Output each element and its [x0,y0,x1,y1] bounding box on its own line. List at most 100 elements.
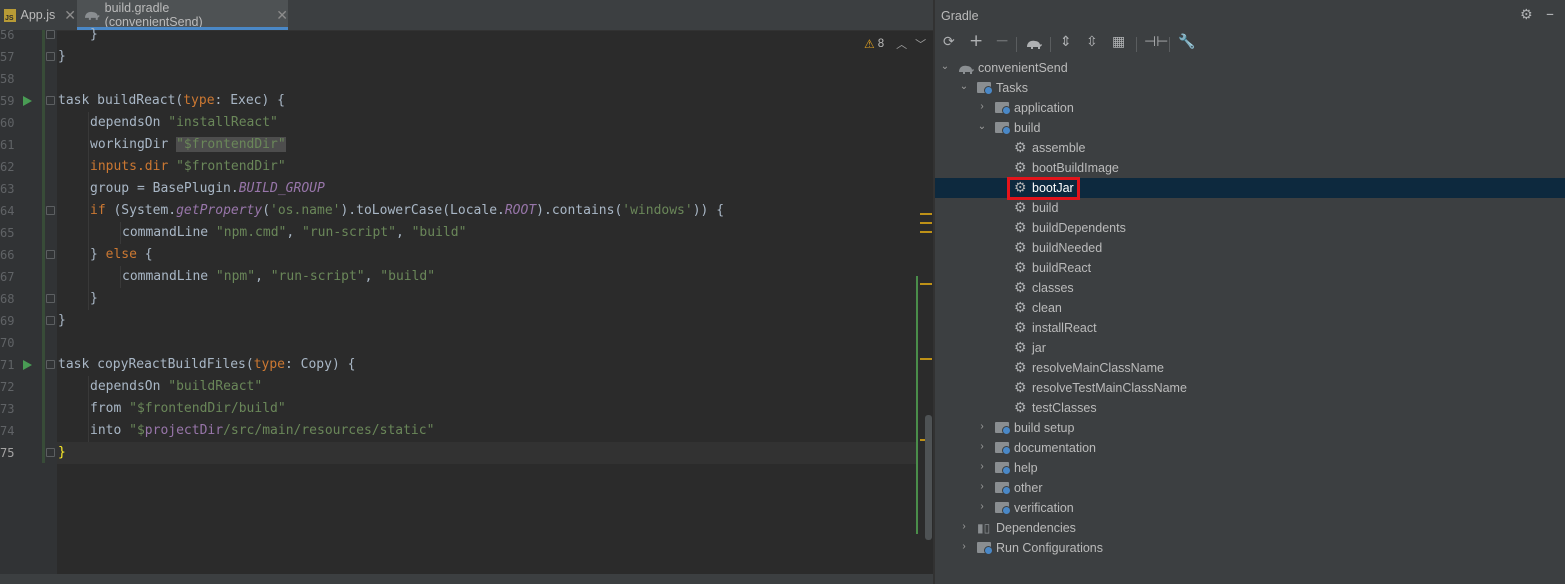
chevron-down-icon[interactable]: ⌄ [940,61,950,72]
minimize-icon[interactable]: – [1546,4,1554,23]
task-item[interactable]: ⚙ jar [935,338,1565,358]
task-item[interactable]: ⚙ testClasses [935,398,1565,418]
code-text: ).contains( [536,203,623,218]
toggle-offline-icon[interactable]: ⊣⊢ [1144,34,1168,50]
task-item[interactable]: ⚙ buildReact [935,258,1565,278]
chevron-up-icon[interactable]: ︿ [896,36,907,52]
error-stripe-mark[interactable] [920,358,932,360]
code-keyword: type [183,93,215,108]
chevron-right-icon[interactable]: › [977,501,987,512]
run-task-icon[interactable] [23,96,32,106]
panel-title: Gradle [941,9,979,23]
fold-marker[interactable] [46,360,55,369]
gear-icon[interactable]: ⚙ [1520,7,1533,23]
tree-item-application[interactable]: › application [935,98,1565,118]
line-number-current: 75 [0,446,15,460]
tree-item-other[interactable]: › other [935,478,1565,498]
code-constant: BUILD_GROUP [238,181,325,196]
task-item[interactable]: ⚙ build [935,198,1565,218]
chevron-right-icon[interactable]: › [977,441,987,452]
task-item[interactable]: ⚙ buildDependents [935,218,1565,238]
tree-item-verification[interactable]: › verification [935,498,1565,518]
tab-build-gradle[interactable]: build.gradle (convenientSend) ✕ [77,0,288,30]
task-item[interactable]: ⚙ bootBuildImage [935,158,1565,178]
chevron-right-icon[interactable]: › [977,421,987,432]
toolbar-separator [1169,37,1170,52]
current-line-highlight [57,442,917,464]
task-item[interactable]: ⚙ classes [935,278,1565,298]
run-task-icon[interactable] [23,360,32,370]
remove-icon[interactable]: − [995,31,1009,51]
error-stripe-mark[interactable] [920,213,932,215]
tree-item-help[interactable]: › help [935,458,1565,478]
close-icon[interactable]: ✕ [64,7,76,24]
gradle-tool-window: Gradle ⚙ – ⟳ + − ⇕ ⇳ ▦ ⊣⊢ 🔧 ⌄ convenient… [935,0,1565,584]
wrench-icon[interactable]: 🔧 [1178,34,1195,50]
tree-label: documentation [1014,441,1097,455]
code-line: task copyReactBuildFiles(type: Copy) { [58,354,355,376]
chevron-down-icon[interactable]: ⌄ [959,81,969,92]
task-item[interactable]: ⚙ installReact [935,318,1565,338]
code-text: , [286,225,303,240]
line-number: 64 [0,204,15,218]
code-line: } else { [58,244,153,266]
tree-item-tasks[interactable]: ⌄ Tasks [935,78,1565,98]
error-stripe-mark[interactable] [920,222,932,224]
fold-marker[interactable] [46,448,55,457]
tree-item-documentation[interactable]: › documentation [935,438,1565,458]
code-text: group = BasePlugin. [90,181,239,196]
reload-icon[interactable]: ⟳ [943,34,955,50]
tree-item-run-configurations[interactable]: › Run Configurations [935,538,1565,558]
task-label: resolveMainClassName [1032,361,1164,375]
gear-icon: ⚙ [1014,379,1027,395]
chevron-right-icon[interactable]: › [959,541,969,552]
expand-all-icon[interactable]: ⇕ [1060,34,1072,50]
execute-task-icon[interactable] [1025,38,1043,50]
error-stripe-mark[interactable] [920,283,932,285]
gradle-elephant-icon [84,11,100,20]
code-editor[interactable]: JS App.js ✕ build.gradle (convenientSend… [0,0,933,584]
code-line: dependsOn "installReact" [58,112,278,134]
task-item[interactable]: ⚙ buildNeeded [935,238,1565,258]
close-icon[interactable]: ✕ [276,7,288,24]
task-item[interactable]: ⚙ clean [935,298,1565,318]
task-item[interactable]: ⚙ assemble [935,138,1565,158]
task-label: build [1032,201,1059,215]
gradle-toolbar: ⟳ + − ⇕ ⇳ ▦ ⊣⊢ 🔧 [935,31,1565,56]
chevron-right-icon[interactable]: › [977,101,987,112]
tree-item-build-group[interactable]: ⌄ build [935,118,1565,138]
task-item[interactable]: ⚙ resolveTestMainClassName [935,378,1565,398]
line-number: 57 [0,50,15,64]
chevron-right-icon[interactable]: › [977,461,987,472]
code-text: ).toLowerCase(Locale. [340,203,505,218]
tree-item-root[interactable]: ⌄ convenientSend [935,58,1565,78]
chevron-right-icon[interactable]: › [977,481,987,492]
tree-item-build-setup[interactable]: › build setup [935,418,1565,438]
fold-marker[interactable] [46,30,55,39]
collapse-all-icon[interactable]: ⇳ [1086,34,1098,50]
task-label: installReact [1032,321,1097,335]
error-stripe-mark[interactable] [920,231,932,233]
gear-icon: ⚙ [1014,159,1027,175]
tree-label: build setup [1014,421,1075,435]
inspection-widget[interactable]: ⚠ 8 ︿ ﹀ [864,36,926,52]
add-icon[interactable]: + [969,31,983,51]
task-item[interactable]: ⚙ resolveMainClassName [935,358,1565,378]
code-text: { [136,247,153,262]
fold-marker[interactable] [46,294,55,303]
code-property: inputs.dir [90,159,169,174]
fold-marker[interactable] [46,96,55,105]
code-line: if (System.getProperty('os.name').toLowe… [58,200,724,222]
chevron-right-icon[interactable]: › [959,521,969,532]
chevron-down-icon[interactable]: ⌄ [977,121,987,132]
js-file-icon: JS [4,8,16,22]
group-modules-icon[interactable]: ▦ [1112,34,1125,50]
scrollbar-thumb[interactable] [925,415,932,540]
folder-icon [995,442,1011,455]
fold-marker[interactable] [46,206,55,215]
fold-marker[interactable] [46,316,55,325]
tree-item-dependencies[interactable]: › ▮▯ Dependencies [935,518,1565,538]
fold-marker[interactable] [46,250,55,259]
chevron-down-icon[interactable]: ﹀ [915,36,926,52]
fold-marker[interactable] [46,52,55,61]
